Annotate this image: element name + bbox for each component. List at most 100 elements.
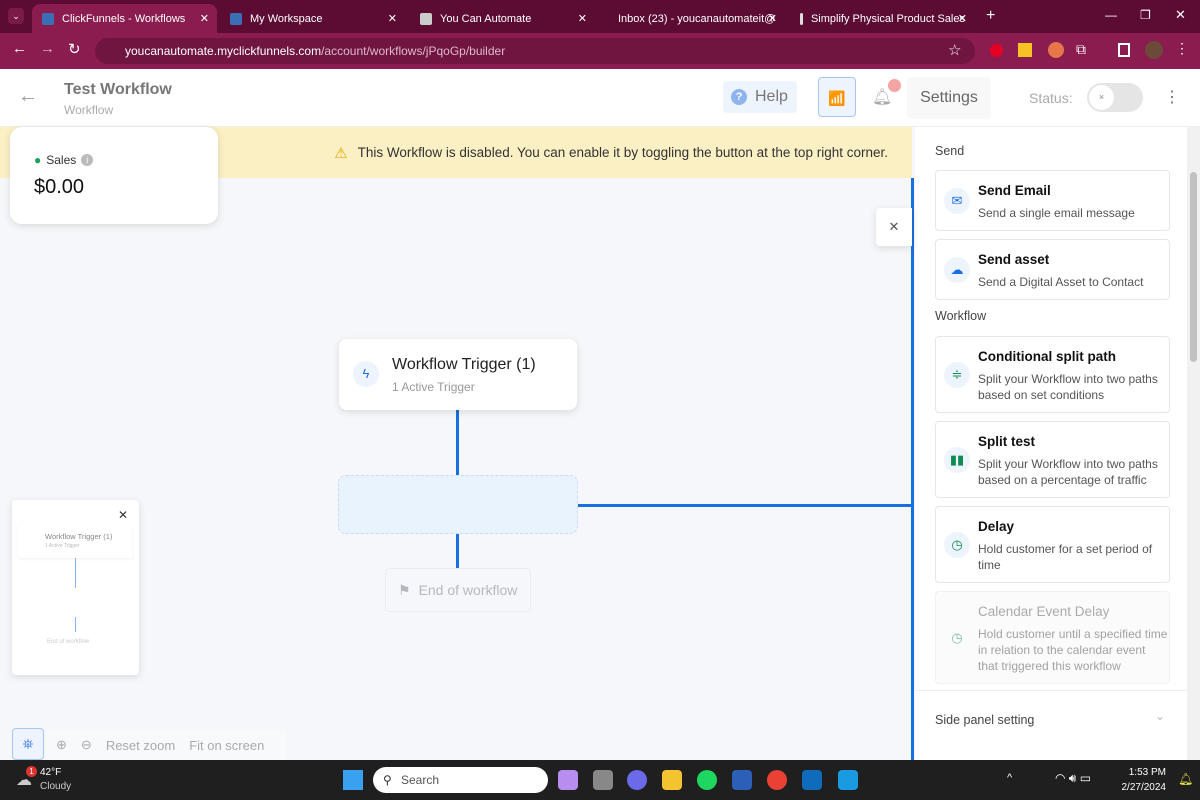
actions-side-panel: Send ✉ Send Email Send a single email me… — [915, 127, 1200, 760]
trigger-subtitle: 1 Active Trigger — [392, 380, 475, 394]
outlook-icon[interactable] — [802, 770, 822, 790]
close-tab-icon[interactable]: ✕ — [958, 12, 967, 25]
word-icon[interactable] — [732, 770, 752, 790]
close-tab-icon[interactable]: ✕ — [200, 12, 209, 25]
teams-icon[interactable] — [627, 770, 647, 790]
store-icon[interactable] — [838, 770, 858, 790]
minimize-button[interactable]: — — [1105, 8, 1117, 22]
extensions-puzzle-icon[interactable]: ⧉ — [1076, 41, 1086, 58]
connector-line — [456, 534, 459, 568]
close-panel-button[interactable]: ✕ — [876, 208, 912, 246]
site-favicon — [420, 12, 432, 25]
chevron-down-icon: ⌄ — [1155, 709, 1166, 723]
reload-icon[interactable]: ↻ — [68, 40, 81, 58]
section-workflow: Workflow — [935, 309, 987, 323]
action-send-asset[interactable]: ☁ Send asset Send a Digital Asset to Con… — [935, 239, 1170, 300]
chrome-icon[interactable] — [767, 770, 787, 790]
pinterest-extension-icon[interactable] — [990, 44, 1003, 57]
drop-zone-placeholder[interactable] — [338, 475, 578, 534]
taskbar-search[interactable]: ⚲ Search — [373, 767, 548, 793]
action-title: Send Email — [978, 183, 1051, 198]
file-explorer-icon[interactable] — [662, 770, 682, 790]
sales-card: ● Sales i $0.00 — [10, 127, 218, 224]
flask-icon: ▮▮ — [944, 447, 970, 473]
zoom-out-icon[interactable]: ⊖ — [81, 737, 92, 753]
panel-scrollbar[interactable] — [1187, 127, 1200, 760]
scrollbar-thumb[interactable] — [1190, 172, 1197, 362]
temperature: 42°F — [40, 767, 62, 778]
more-options-icon[interactable]: ⋮ — [1164, 87, 1180, 107]
analytics-chart-button[interactable]: 📶 — [818, 77, 856, 117]
action-send-email[interactable]: ✉ Send Email Send a single email message — [935, 170, 1170, 231]
clickfunnels-favicon — [230, 12, 242, 25]
restore-button[interactable]: ❐ — [1140, 8, 1151, 22]
status-toggle[interactable]: × — [1087, 83, 1143, 112]
wifi-volume-battery-icons[interactable]: ◠ 🔊︎ ▭ — [1055, 771, 1091, 786]
extension-icon[interactable] — [1018, 43, 1032, 57]
side-panel-setting[interactable]: Side panel setting ⌄ — [915, 690, 1187, 760]
panel-edge-line — [911, 178, 914, 760]
action-title: Split test — [978, 434, 1036, 449]
action-desc: Hold customer for a set period of time — [978, 542, 1153, 572]
workflow-trigger-node[interactable]: ϟ Workflow Trigger (1) 1 Active Trigger — [339, 339, 577, 410]
action-desc: Split your Workflow into two paths based… — [978, 457, 1158, 487]
help-label: Help — [755, 88, 788, 105]
minimap-line — [75, 558, 76, 588]
action-desc: Send a Digital Asset to Contact — [978, 275, 1144, 289]
tab-label: You Can Automate — [440, 12, 532, 25]
settings-button[interactable]: Settings — [907, 77, 991, 119]
minimap[interactable]: ✕ Workflow Trigger (1) 1 Active Trigger … — [12, 500, 139, 675]
tab-gmail[interactable]: Inbox (23) - youcanautomateit@ ✕ — [600, 4, 785, 33]
banner-text: This Workflow is disabled. You can enabl… — [357, 145, 888, 160]
clock-time[interactable]: 1:53 PM — [1128, 767, 1166, 778]
action-title: Calendar Event Delay — [978, 604, 1110, 619]
clock-icon: ◷ — [951, 630, 963, 645]
clock-date[interactable]: 2/27/2024 — [1118, 782, 1167, 793]
back-icon[interactable]: ← — [12, 40, 27, 57]
show-hidden-icons[interactable]: ^ — [1007, 772, 1012, 784]
help-button[interactable]: ? Help — [723, 81, 797, 113]
back-arrow-button[interactable]: ← — [18, 85, 38, 108]
tab-simplify[interactable]: Simplify Physical Product Sales ✕ — [790, 4, 975, 33]
info-icon[interactable]: i — [81, 154, 94, 166]
minimap-trigger-sub: 1 Active Trigger — [45, 543, 80, 549]
tab-search-button[interactable]: ⌄ — [8, 8, 24, 24]
bookmark-star-icon[interactable]: ☆ — [948, 41, 961, 59]
start-button[interactable] — [343, 770, 363, 790]
minimap-line — [75, 617, 76, 632]
forward-icon[interactable]: → — [40, 40, 55, 57]
action-split-test[interactable]: ▮▮ Split test Split your Workflow into t… — [935, 421, 1170, 498]
extension-badge-icon[interactable] — [1048, 42, 1064, 58]
close-minimap-icon[interactable]: ✕ — [118, 508, 128, 522]
url-bar[interactable]: youcanautomate.myclickfunnels.com/accoun… — [95, 38, 975, 64]
clock-icon: ◷ — [944, 532, 970, 558]
new-tab-button[interactable]: + — [986, 7, 995, 25]
tab-label: Inbox (23) - youcanautomateit@ — [618, 12, 776, 25]
zoom-in-icon[interactable]: ⊕ — [56, 737, 67, 753]
fit-on-screen-button[interactable]: Fit on screen — [189, 738, 264, 753]
browser-tab-bar: ⌄ ClickFunnels - Workflows ✕ My Workspace… — [0, 0, 1200, 33]
copilot-icon[interactable] — [558, 770, 578, 790]
side-panel-icon[interactable] — [1118, 43, 1130, 57]
action-delay[interactable]: ◷ Delay Hold customer for a set period o… — [935, 506, 1170, 583]
close-tab-icon[interactable]: ✕ — [388, 12, 397, 25]
reset-zoom-button[interactable]: Reset zoom — [106, 738, 175, 753]
notification-bell-icon[interactable]: 🔔︎ — [1178, 772, 1193, 786]
close-tab-icon[interactable]: ✕ — [578, 12, 587, 25]
close-tab-icon[interactable]: ✕ — [768, 12, 777, 25]
spotify-icon[interactable] — [697, 770, 717, 790]
close-window-button[interactable]: ✕ — [1175, 7, 1186, 23]
minimap-toggle-button[interactable]: ⛯ — [12, 728, 44, 760]
tab-clickfunnels[interactable]: ClickFunnels - Workflows ✕ — [32, 4, 217, 33]
tab-label: ClickFunnels - Workflows — [62, 12, 186, 25]
app-header: ← Test Workflow Workflow ? Help 📶 🔔︎ Set… — [0, 69, 1200, 127]
action-title: Delay — [978, 519, 1015, 534]
browser-menu-icon[interactable]: ⋮ — [1175, 40, 1189, 57]
task-view-icon[interactable] — [593, 770, 613, 790]
connector-line — [578, 504, 912, 507]
tab-workspace[interactable]: My Workspace ✕ — [220, 4, 405, 33]
tab-you-can-automate[interactable]: You Can Automate ✕ — [410, 4, 595, 33]
profile-avatar[interactable] — [1145, 41, 1163, 59]
minimap-trigger-node: Workflow Trigger (1) 1 Active Trigger — [18, 524, 132, 558]
action-conditional-split[interactable]: ≑ Conditional split path Split your Work… — [935, 336, 1170, 413]
